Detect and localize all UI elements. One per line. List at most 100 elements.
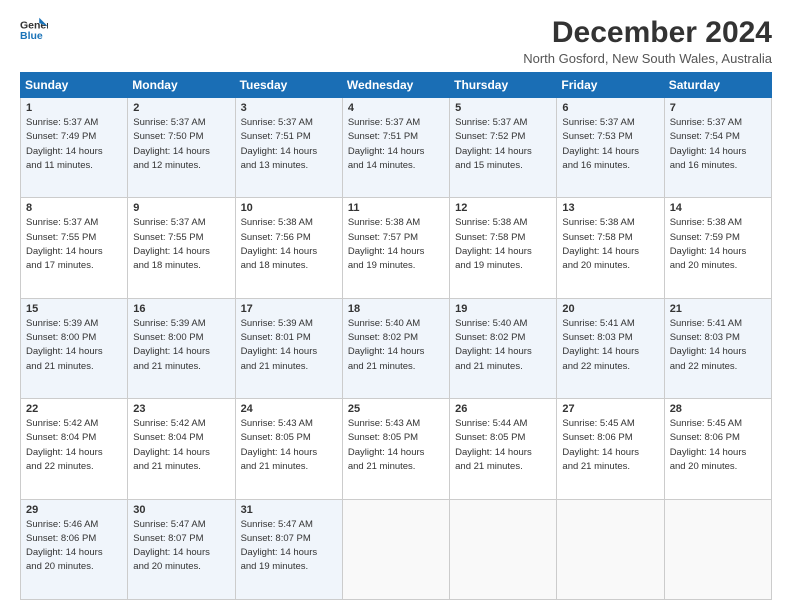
header: General Blue December 2024 North Gosford…: [20, 16, 772, 66]
day-info: Sunrise: 5:43 AMSunset: 8:05 PMDaylight:…: [241, 417, 337, 474]
day-cell: 29 Sunrise: 5:46 AMSunset: 8:06 PMDayligh…: [21, 499, 128, 599]
day-cell: 30Sunrise: 5:47 AMSunset: 8:07 PMDayligh…: [128, 499, 235, 599]
day-cell: 4 Sunrise: 5:37 AMSunset: 7:51 PMDaylight…: [342, 98, 449, 198]
subtitle: North Gosford, New South Wales, Australi…: [523, 51, 772, 66]
day-header-thursday: Thursday: [450, 73, 557, 98]
day-cell: 27 Sunrise: 5:45 AMSunset: 8:06 PMDayligh…: [557, 399, 664, 499]
day-info: Sunrise: 5:40 AMSunset: 8:02 PMDaylight:…: [455, 317, 551, 374]
day-header-monday: Monday: [128, 73, 235, 98]
day-cell: 16Sunrise: 5:39 AMSunset: 8:00 PMDayligh…: [128, 298, 235, 398]
day-cell: 22Sunrise: 5:42 AMSunset: 8:04 PMDayligh…: [21, 399, 128, 499]
day-cell: 5 Sunrise: 5:37 AMSunset: 7:52 PMDaylight…: [450, 98, 557, 198]
day-info: Sunrise: 5:37 AMSunset: 7:51 PMDaylight:…: [241, 116, 337, 173]
day-cell: 28Sunrise: 5:45 AMSunset: 8:06 PMDayligh…: [664, 399, 771, 499]
day-number: 7: [670, 102, 766, 114]
day-header-wednesday: Wednesday: [342, 73, 449, 98]
day-number: 13: [562, 202, 658, 214]
day-number: 23: [133, 403, 229, 415]
day-info: Sunrise: 5:38 AMSunset: 7:57 PMDaylight:…: [348, 216, 444, 273]
day-cell: 9Sunrise: 5:37 AMSunset: 7:55 PMDaylight…: [128, 198, 235, 298]
day-info: Sunrise: 5:38 AMSunset: 7:59 PMDaylight:…: [670, 216, 766, 273]
day-cell: 1 Sunrise: 5:37 AMSunset: 7:49 PMDaylight…: [21, 98, 128, 198]
day-header-friday: Friday: [557, 73, 664, 98]
day-header-tuesday: Tuesday: [235, 73, 342, 98]
day-number: 14: [670, 202, 766, 214]
day-number: 1: [26, 102, 122, 114]
week-row-5: 29 Sunrise: 5:46 AMSunset: 8:06 PMDayligh…: [21, 499, 772, 599]
week-row-4: 22Sunrise: 5:42 AMSunset: 8:04 PMDayligh…: [21, 399, 772, 499]
day-cell: 7 Sunrise: 5:37 AMSunset: 7:54 PMDaylight…: [664, 98, 771, 198]
title-area: December 2024 North Gosford, New South W…: [523, 16, 772, 66]
week-row-3: 15Sunrise: 5:39 AMSunset: 8:00 PMDayligh…: [21, 298, 772, 398]
day-info: Sunrise: 5:42 AMSunset: 8:04 PMDaylight:…: [26, 417, 122, 474]
day-number: 2: [133, 102, 229, 114]
day-info: Sunrise: 5:38 AMSunset: 7:56 PMDaylight:…: [241, 216, 337, 273]
day-number: 27: [562, 403, 658, 415]
day-info: Sunrise: 5:45 AMSunset: 8:06 PMDaylight:…: [562, 417, 658, 474]
day-cell: 12Sunrise: 5:38 AMSunset: 7:58 PMDayligh…: [450, 198, 557, 298]
day-number: 20: [562, 303, 658, 315]
day-cell: 25 Sunrise: 5:43 AMSunset: 8:05 PMDayligh…: [342, 399, 449, 499]
day-cell: [450, 499, 557, 599]
day-cell: 26 Sunrise: 5:44 AMSunset: 8:05 PMDayligh…: [450, 399, 557, 499]
day-cell: 23 Sunrise: 5:42 AMSunset: 8:04 PMDayligh…: [128, 399, 235, 499]
day-info: Sunrise: 5:40 AMSunset: 8:02 PMDaylight:…: [348, 317, 444, 374]
day-cell: 2 Sunrise: 5:37 AMSunset: 7:50 PMDaylight…: [128, 98, 235, 198]
day-number: 6: [562, 102, 658, 114]
day-number: 21: [670, 303, 766, 315]
day-number: 30: [133, 504, 229, 516]
day-number: 16: [133, 303, 229, 315]
calendar-table: SundayMondayTuesdayWednesdayThursdayFrid…: [20, 72, 772, 600]
day-info: Sunrise: 5:37 AMSunset: 7:51 PMDaylight:…: [348, 116, 444, 173]
day-number: 31: [241, 504, 337, 516]
logo-icon: General Blue: [20, 16, 48, 44]
day-cell: 13 Sunrise: 5:38 AMSunset: 7:58 PMDayligh…: [557, 198, 664, 298]
day-cell: 21Sunrise: 5:41 AMSunset: 8:03 PMDayligh…: [664, 298, 771, 398]
day-number: 25: [348, 403, 444, 415]
day-info: Sunrise: 5:37 AMSunset: 7:49 PMDaylight:…: [26, 116, 122, 173]
day-cell: [342, 499, 449, 599]
day-cell: 8 Sunrise: 5:37 AMSunset: 7:55 PMDaylight…: [21, 198, 128, 298]
day-info: Sunrise: 5:37 AMSunset: 7:52 PMDaylight:…: [455, 116, 551, 173]
page: General Blue December 2024 North Gosford…: [0, 0, 792, 612]
day-number: 12: [455, 202, 551, 214]
day-info: Sunrise: 5:46 AMSunset: 8:06 PMDaylight:…: [26, 518, 122, 575]
day-info: Sunrise: 5:37 AMSunset: 7:53 PMDaylight:…: [562, 116, 658, 173]
day-header-sunday: Sunday: [21, 73, 128, 98]
day-info: Sunrise: 5:37 AMSunset: 7:55 PMDaylight:…: [26, 216, 122, 273]
day-cell: [557, 499, 664, 599]
day-info: Sunrise: 5:44 AMSunset: 8:05 PMDaylight:…: [455, 417, 551, 474]
day-info: Sunrise: 5:39 AMSunset: 8:01 PMDaylight:…: [241, 317, 337, 374]
day-number: 29: [26, 504, 122, 516]
day-number: 3: [241, 102, 337, 114]
day-info: Sunrise: 5:38 AMSunset: 7:58 PMDaylight:…: [562, 216, 658, 273]
day-number: 5: [455, 102, 551, 114]
day-cell: 6 Sunrise: 5:37 AMSunset: 7:53 PMDaylight…: [557, 98, 664, 198]
day-cell: 3 Sunrise: 5:37 AMSunset: 7:51 PMDaylight…: [235, 98, 342, 198]
day-cell: 31Sunrise: 5:47 AMSunset: 8:07 PMDayligh…: [235, 499, 342, 599]
day-info: Sunrise: 5:43 AMSunset: 8:05 PMDaylight:…: [348, 417, 444, 474]
day-info: Sunrise: 5:37 AMSunset: 7:50 PMDaylight:…: [133, 116, 229, 173]
day-number: 4: [348, 102, 444, 114]
day-cell: 10 Sunrise: 5:38 AMSunset: 7:56 PMDayligh…: [235, 198, 342, 298]
day-cell: 11 Sunrise: 5:38 AMSunset: 7:57 PMDayligh…: [342, 198, 449, 298]
day-number: 15: [26, 303, 122, 315]
day-number: 11: [348, 202, 444, 214]
day-cell: [664, 499, 771, 599]
day-number: 26: [455, 403, 551, 415]
day-info: Sunrise: 5:42 AMSunset: 8:04 PMDaylight:…: [133, 417, 229, 474]
day-cell: 20 Sunrise: 5:41 AMSunset: 8:03 PMDayligh…: [557, 298, 664, 398]
day-cell: 15Sunrise: 5:39 AMSunset: 8:00 PMDayligh…: [21, 298, 128, 398]
day-number: 19: [455, 303, 551, 315]
day-cell: 14 Sunrise: 5:38 AMSunset: 7:59 PMDayligh…: [664, 198, 771, 298]
day-number: 8: [26, 202, 122, 214]
day-info: Sunrise: 5:41 AMSunset: 8:03 PMDaylight:…: [562, 317, 658, 374]
day-info: Sunrise: 5:45 AMSunset: 8:06 PMDaylight:…: [670, 417, 766, 474]
week-row-2: 8 Sunrise: 5:37 AMSunset: 7:55 PMDaylight…: [21, 198, 772, 298]
day-number: 10: [241, 202, 337, 214]
day-cell: 18 Sunrise: 5:40 AMSunset: 8:02 PMDayligh…: [342, 298, 449, 398]
day-info: Sunrise: 5:37 AMSunset: 7:54 PMDaylight:…: [670, 116, 766, 173]
day-number: 18: [348, 303, 444, 315]
month-title: December 2024: [523, 16, 772, 49]
day-cell: 19 Sunrise: 5:40 AMSunset: 8:02 PMDayligh…: [450, 298, 557, 398]
